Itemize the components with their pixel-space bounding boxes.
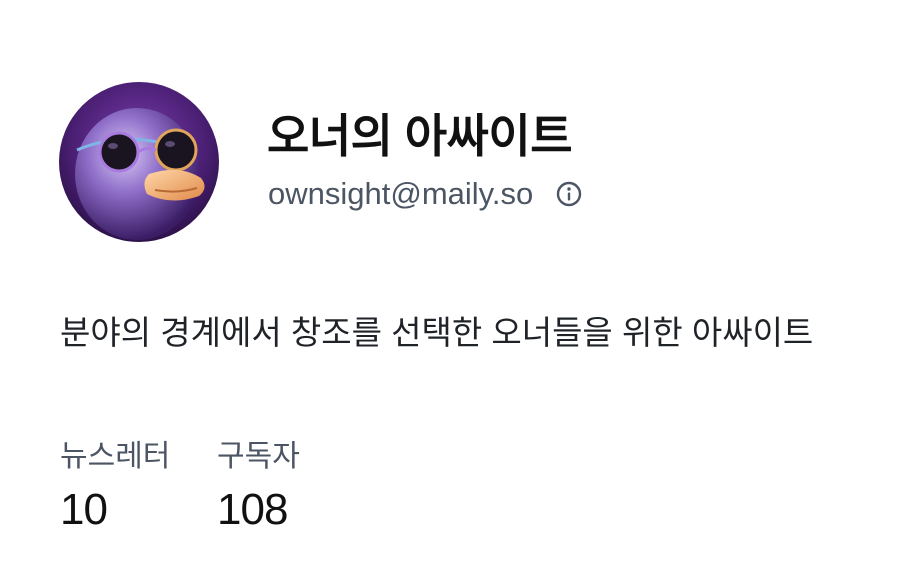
duck-avatar-icon — [59, 82, 219, 242]
stat-subscribers: 구독자 108 — [217, 434, 300, 538]
stat-newsletters: 뉴스레터 10 — [60, 434, 170, 538]
profile-page: 오너의 아싸이트 ownsight@maily.so 분야의 경계에서 창조를 … — [0, 0, 906, 586]
profile-description: 분야의 경계에서 창조를 선택한 오너들을 위한 아싸이트 — [60, 314, 814, 351]
stat-label: 뉴스레터 — [60, 440, 171, 473]
stat-value: 108 — [217, 485, 288, 534]
info-icon[interactable] — [555, 180, 583, 208]
stat-value: 10 — [60, 485, 108, 534]
stat-label: 구독자 — [217, 440, 300, 473]
avatar — [59, 82, 219, 242]
email-address: ownsight@maily.so — [268, 176, 534, 211]
email-row: ownsight@maily.so — [268, 174, 583, 214]
page-title: 오너의 아싸이트 — [267, 110, 573, 162]
